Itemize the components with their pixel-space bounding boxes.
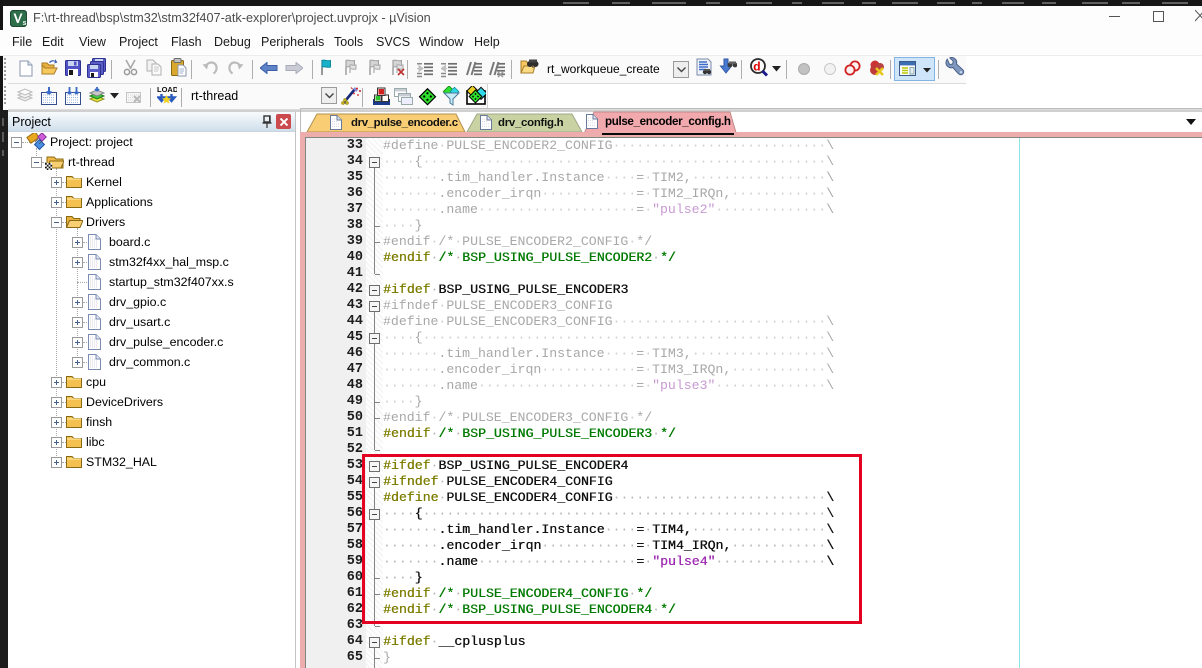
svg-text:s: s bbox=[23, 20, 27, 27]
svg-text:LOAD: LOAD bbox=[157, 85, 177, 94]
svg-text:d: d bbox=[753, 60, 760, 74]
